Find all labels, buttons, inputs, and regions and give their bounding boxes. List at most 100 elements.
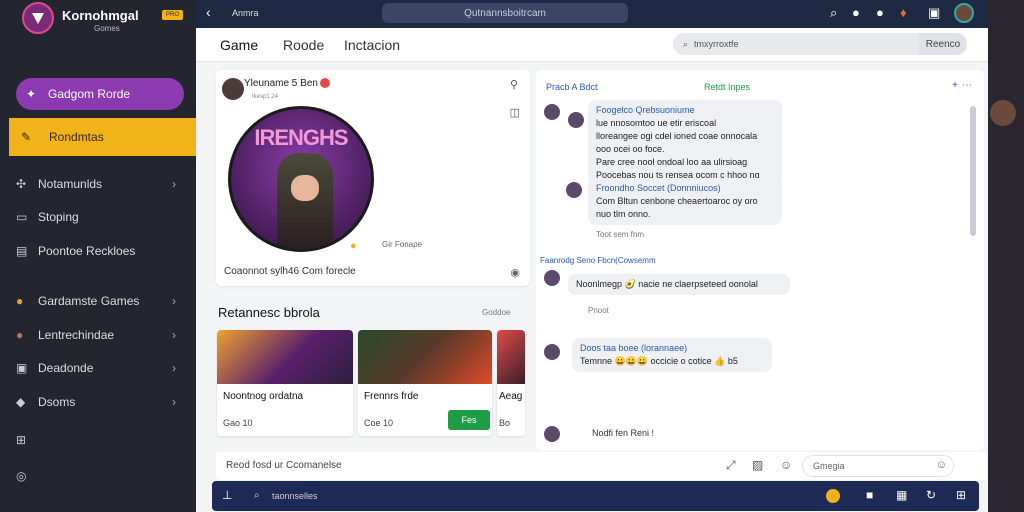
chat-message: Foogelco Qrebsuoniume lue nnosomtoo ue e…: [588, 100, 782, 186]
reaction-icon: ●: [350, 240, 357, 252]
verified-icon: [320, 78, 330, 88]
character-face: [291, 175, 319, 201]
inbox-icon[interactable]: ▣: [928, 5, 940, 21]
more-icon[interactable]: ◉: [510, 266, 520, 279]
bookmark-icon[interactable]: ◫: [510, 106, 520, 119]
game-card[interactable]: Noontnog ordatna Gao 10: [217, 330, 353, 436]
chat-avatar[interactable]: [544, 270, 560, 286]
chat-message: Nodfi fen Reni !: [592, 428, 655, 438]
top-label: Anmra: [232, 8, 259, 18]
right-edge-panel: [988, 0, 1024, 512]
message-line: lue nnosomtoo ue etir eriscoal: [596, 118, 717, 128]
gamepad-icon: ✣: [16, 177, 27, 191]
bag-icon[interactable]: ■: [866, 488, 873, 502]
sidebar-item-reckloes[interactable]: ▤ Poontoe Reckloes: [16, 239, 184, 263]
tab-game[interactable]: Game: [220, 37, 258, 53]
chat-scrollbar[interactable]: [970, 106, 976, 236]
sidebar-item-dsoms[interactable]: ◆ Dsoms ›: [16, 390, 184, 414]
chat-message: Faanrodg Seno Fbcn(Cowsemm: [536, 250, 664, 271]
game-card[interactable]: Aeag Bo: [497, 330, 525, 436]
chat-avatar[interactable]: [544, 426, 560, 442]
message-author: Foogelco Qrebsuoniume: [596, 105, 695, 115]
calendar-icon[interactable]: ⊞: [956, 488, 966, 502]
app-title: Kornohmgal: [62, 8, 139, 23]
sidebar-calendar[interactable]: ⊞: [16, 428, 184, 452]
emoji-icon[interactable]: ☺: [780, 458, 792, 472]
app-logo[interactable]: [22, 2, 54, 34]
chat-message: Doos taa boee (lorannaee) Temnne 😀😀😀 occ…: [572, 338, 772, 372]
tab-inctacion[interactable]: Inctacion: [344, 37, 400, 53]
sidebar-item-label: Deadonde: [38, 361, 94, 375]
search-button[interactable]: Reenco: [919, 33, 967, 55]
sidebar-item-label: Stoping: [38, 210, 79, 224]
app-subtitle: Gomes: [94, 24, 120, 33]
bottom-bar: ⊥ ⌕ taonnselles ■ ▦ ↻ ⊞: [212, 481, 979, 511]
sparkle-icon: ✦: [26, 87, 37, 101]
user-avatar[interactable]: [954, 3, 974, 23]
chat-avatar[interactable]: [566, 182, 582, 198]
link-icon[interactable]: ⤢: [726, 458, 736, 473]
sidebar-item-deadonde[interactable]: ▣ Deadonde ›: [16, 356, 184, 380]
chat-avatar[interactable]: [568, 112, 584, 128]
game-thumbnail: [217, 330, 353, 384]
chat-avatar[interactable]: [544, 344, 560, 360]
sidebar-item-notifications[interactable]: ✣ Notamunlds ›: [16, 172, 184, 196]
chat-tab-secondary[interactable]: Retdt Inpes: [704, 82, 750, 92]
message-line: Noonlmegp 🥑 nacie ne claerpseteed oonola…: [576, 279, 758, 289]
sidebar-item-label: Gardamste Games: [38, 294, 140, 308]
play-button[interactable]: Fes: [448, 410, 490, 430]
sidebar-item-featured[interactable]: ✦ Gadgom Rorde: [16, 78, 184, 110]
sidebar: Kornohmgal Gomes PRO ✦ Gadgom Rorde ✎ Ro…: [0, 0, 196, 512]
sidebar-item-shopping[interactable]: ▭ Stoping: [16, 205, 184, 229]
grid-icon[interactable]: ▦: [896, 488, 907, 502]
pro-badge: PRO: [162, 10, 184, 20]
game-thumbnail: [358, 330, 492, 384]
more-icon[interactable]: ⋯: [962, 80, 972, 91]
sidebar-item-lentrechindae[interactable]: ● Lentrechindae ›: [16, 323, 184, 347]
chevron-right-icon: ›: [172, 395, 176, 409]
image-icon[interactable]: ▨: [752, 458, 763, 472]
chevron-right-icon: ›: [172, 328, 176, 342]
inbox-icon: ▣: [16, 361, 28, 375]
sidebar-item-active[interactable]: ✎ Rondmtas: [9, 118, 196, 156]
search-icon[interactable]: ⌕: [830, 5, 837, 21]
comment-input[interactable]: Gmegia ☺: [802, 455, 954, 477]
message-time: Toot sem fnm: [596, 230, 645, 239]
sidebar-item-label: Poontoe Reckloes: [38, 244, 136, 258]
cart-icon: ▭: [16, 210, 28, 224]
link-icon[interactable]: ⚲: [510, 78, 518, 91]
edit-icon: ✎: [21, 130, 32, 144]
global-search-input[interactable]: Qutnannsboitrcam: [382, 3, 628, 23]
tab-roode[interactable]: Roode: [283, 37, 324, 53]
bottom-search-input[interactable]: taonnselles: [272, 491, 318, 501]
sidebar-item-label: Gadgom Rorde: [48, 87, 131, 101]
sidebar-settings[interactable]: ◎: [16, 464, 184, 488]
menu-icon[interactable]: ⊥: [222, 488, 232, 502]
notification-icon[interactable]: ●: [852, 5, 860, 20]
refresh-icon[interactable]: ↻: [926, 488, 936, 502]
chat-message: Froondho Soccet (Donnniucos) Com Bltun c…: [588, 178, 782, 225]
game-title: Aeag: [499, 391, 523, 402]
fire-icon[interactable]: ♦: [900, 5, 907, 20]
message-line: nuo tlm onno.: [596, 209, 651, 219]
avatar[interactable]: [990, 100, 1016, 126]
chat-panel: Pracb A Bdct Retdt Inpes + ⋯ Foogelco Qr…: [536, 70, 984, 450]
post-image[interactable]: IRENGHS: [228, 106, 374, 252]
back-button[interactable]: ‹: [206, 4, 211, 20]
section-more-link[interactable]: Goddoe: [482, 308, 510, 317]
game-meta: Coe 10: [364, 418, 394, 428]
calendar-icon: ⊞: [16, 433, 27, 447]
emoji-icon[interactable]: ☺: [936, 459, 947, 471]
content-search-input[interactable]: ⌕ tmxyrroxtfe Reenco: [673, 33, 967, 55]
chat-tab-primary[interactable]: Pracb A Bdct: [546, 82, 598, 92]
sidebar-item-games[interactable]: ● Gardamste Games ›: [16, 289, 184, 313]
chevron-right-icon: ›: [172, 361, 176, 375]
message-time: Pnoot: [588, 306, 609, 315]
alert-icon[interactable]: ●: [876, 5, 884, 20]
sidebar-item-label: Rondmtas: [49, 130, 104, 144]
author-avatar[interactable]: [222, 78, 244, 100]
chat-avatar[interactable]: [544, 104, 560, 120]
coin-icon[interactable]: [826, 489, 840, 503]
add-icon[interactable]: +: [952, 80, 958, 91]
game-card[interactable]: Frennrs frde Coe 10 Fes: [358, 330, 492, 436]
